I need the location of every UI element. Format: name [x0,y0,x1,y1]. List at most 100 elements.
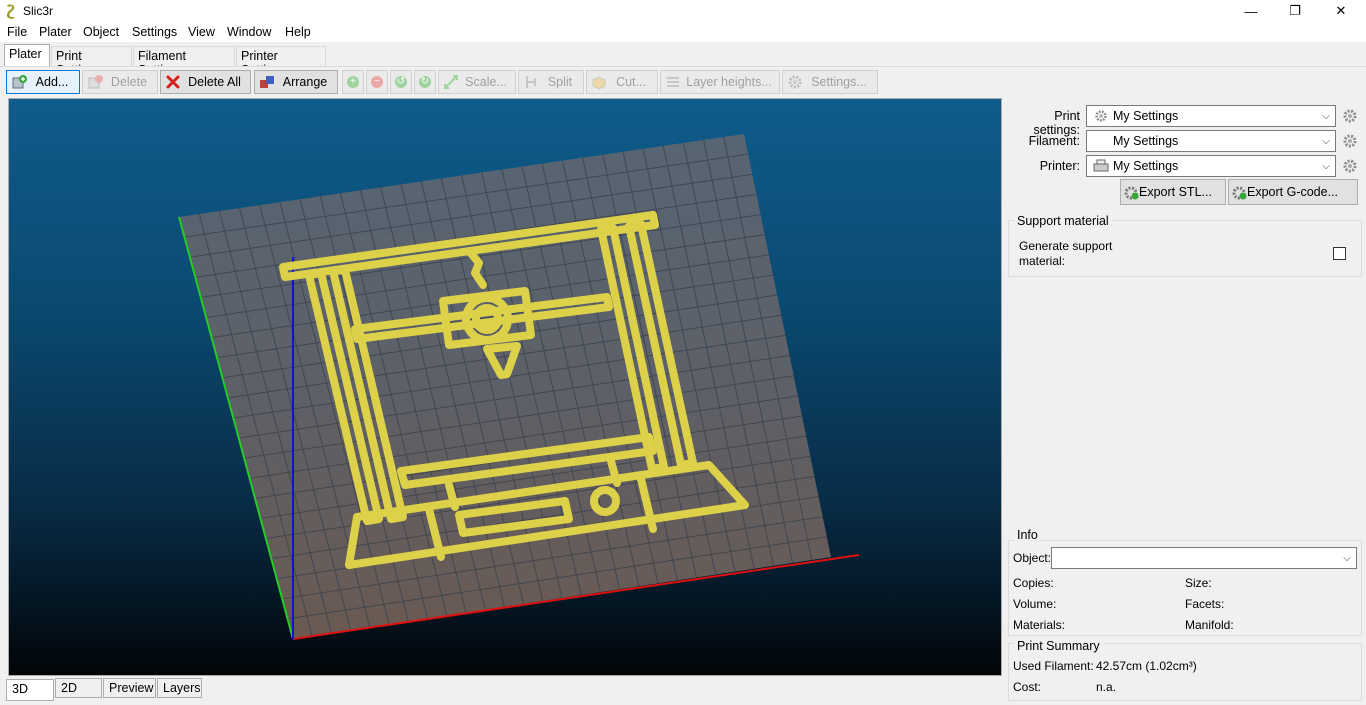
cost-label: Cost: [1013,680,1042,694]
export-gcode-icon [1232,186,1247,200]
gear-icon [1095,110,1107,122]
tab-preview[interactable]: Preview [103,678,156,698]
tab-layers[interactable]: Layers [157,678,202,698]
facets-label: Facets: [1185,597,1225,611]
split-button[interactable]: Split [518,70,584,94]
export-stl-icon [1124,186,1139,200]
print-settings-select[interactable]: My Settings ⌵ [1086,105,1336,127]
layer-heights-button[interactable]: Layer heights... [660,70,780,94]
chevron-down-icon: ⌵ [1322,135,1330,147]
menu-bar: File Plater Object Settings View Window … [0,22,1366,42]
used-filament-label: Used Filament: [1013,659,1094,673]
right-sidebar: Print settings: My Settings ⌵ Filament: … [1006,98,1366,705]
filament-gear-icon[interactable] [1342,133,1358,149]
menu-object[interactable]: Object [83,25,119,39]
copies-label: Copies: [1013,576,1054,590]
arrange-button[interactable]: Arrange [254,70,338,94]
cut-button[interactable]: Cut... [586,70,658,94]
main-tab-bar: Plater Print Settings Filament Settings … [0,42,1366,77]
window-title: Slic3r [23,4,54,18]
printer-select[interactable]: My Settings ⌵ [1086,155,1336,177]
tab-printer-settings[interactable]: Printer Settings [236,46,326,77]
3d-viewport[interactable] [8,98,1002,676]
rotate-ccw-button[interactable]: ↺ [390,70,412,94]
tab-3d[interactable]: 3D [6,679,54,701]
arrange-icon [260,76,274,88]
minus-icon: − [371,76,383,88]
add-button[interactable]: Add... [6,70,80,94]
tab-2d[interactable]: 2D [55,678,102,698]
split-button-label: Split [547,75,573,89]
delete-all-button-label: Delete All [188,75,241,89]
plater-toolbar: Add... Delete Delete All Arrange + − ↺ ↻… [0,66,1366,96]
menu-view[interactable]: View [188,25,215,39]
menu-plater[interactable]: Plater [39,25,72,39]
export-stl-label: Export STL... [1139,185,1212,199]
volume-label: Volume: [1013,597,1057,611]
tab-plater[interactable]: Plater [4,44,50,67]
print-settings-value: My Settings [1113,109,1179,123]
manifold-label: Manifold: [1185,618,1234,632]
delete-all-icon [166,75,180,89]
printer-gear-icon[interactable] [1342,158,1358,174]
scale-button-label: Scale... [465,75,507,89]
view-tab-bar: 3D 2D Preview Layers [0,676,1004,705]
filament-color-swatch [1093,134,1109,148]
printer-label: Printer: [1039,159,1080,173]
filament-select[interactable]: My Settings ⌵ [1086,130,1336,152]
export-gcode-label: Export G-code... [1247,185,1339,199]
layers-icon [667,77,679,87]
tab-print-settings[interactable]: Print Settings [51,46,132,77]
split-icon [526,76,536,88]
printer-value: My Settings [1113,159,1179,173]
object-settings-button[interactable]: Settings... [782,70,878,94]
decrease-copies-button[interactable]: − [366,70,388,94]
cog-icon [788,75,802,89]
print-settings-label: Print settings: [1033,109,1080,137]
maximize-button[interactable]: ❐ [1272,0,1318,22]
tab-filament-settings[interactable]: Filament Settings [133,46,235,77]
menu-file[interactable]: File [7,25,27,39]
minimize-button[interactable]: — [1228,0,1274,22]
printer-icon [1093,159,1109,172]
minimize-icon: — [1244,3,1258,19]
menu-window[interactable]: Window [227,25,271,39]
generate-support-checkbox[interactable] [1333,247,1346,260]
cost-value: n.a. [1096,680,1117,694]
used-filament-value: 42.57cm (1.02cm³) [1096,659,1197,673]
info-title: Info [1014,528,1041,542]
object-label: Object: [1013,551,1052,565]
close-icon: ✕ [1335,3,1347,18]
title-bar: Slic3r — ❐ ✕ [0,0,1366,22]
delete-button[interactable]: Delete [82,70,158,94]
export-stl-button[interactable]: Export STL... [1120,179,1226,205]
print-settings-gear-icon[interactable] [1342,108,1358,124]
generate-support-label-line1: Generate support [1019,239,1113,253]
menu-settings[interactable]: Settings [132,25,177,39]
rotate-right-icon: ↻ [419,76,431,88]
rotate-cw-button[interactable]: ↻ [414,70,436,94]
print-bed-scene[interactable] [9,99,1002,676]
plus-icon: + [347,76,359,88]
maximize-icon: ❐ [1289,3,1301,18]
add-button-label: Add... [35,75,69,89]
cut-button-label: Cut... [616,75,646,89]
size-label: Size: [1185,576,1212,590]
delete-all-button[interactable]: Delete All [160,70,251,94]
slic3r-logo-icon [6,4,15,19]
materials-label: Materials: [1013,618,1066,632]
object-settings-button-label: Settings... [811,75,867,89]
rotate-left-icon: ↺ [395,76,407,88]
menu-help[interactable]: Help [285,25,311,39]
support-material-title: Support material [1014,214,1112,228]
print-summary-title: Print Summary [1014,639,1103,653]
generate-support-label-line2: material: [1019,254,1066,268]
delete-button-label: Delete [110,75,148,89]
increase-copies-button[interactable]: + [342,70,364,94]
chevron-down-icon: ⌵ [1343,552,1351,564]
close-button[interactable]: ✕ [1318,0,1364,22]
object-select[interactable]: ⌵ [1051,547,1357,569]
scale-button[interactable]: Scale... [438,70,516,94]
export-gcode-button[interactable]: Export G-code... [1228,179,1358,205]
scale-icon [444,75,458,89]
